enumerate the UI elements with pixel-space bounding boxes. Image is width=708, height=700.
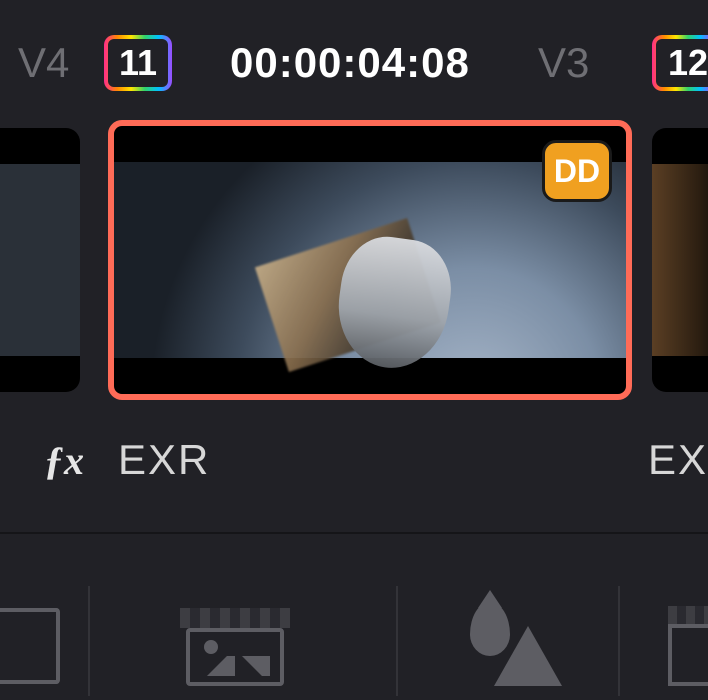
track-label-v3: V3 bbox=[538, 39, 589, 87]
image-frame-icon bbox=[186, 628, 284, 686]
clip-number-badge-11[interactable]: 11 bbox=[104, 35, 172, 91]
clip-thumbnail-next[interactable] bbox=[652, 128, 708, 392]
thumbnail-image bbox=[652, 164, 708, 356]
clip-number-value: 11 bbox=[119, 42, 157, 84]
palette-tool-partial-right-icon[interactable] bbox=[668, 606, 708, 686]
track-label-v4: V4 bbox=[18, 39, 69, 87]
palette-tool-partial-left-icon[interactable] bbox=[0, 608, 60, 684]
checker-strip bbox=[180, 608, 290, 628]
triangle-icon bbox=[494, 626, 562, 686]
clip-thumbnail-prev[interactable] bbox=[0, 128, 80, 392]
clip-number-value: 12 bbox=[668, 42, 708, 84]
section-divider bbox=[0, 532, 708, 534]
clip-label-row: ƒx EXR EXI bbox=[0, 430, 708, 490]
frame-icon bbox=[668, 624, 708, 686]
grade-flag-badge[interactable]: DD bbox=[542, 140, 612, 202]
palette-tool-row bbox=[0, 556, 708, 700]
timecode-display[interactable]: 00:00:04:08 bbox=[230, 39, 470, 87]
clip-format-label-next: EXI bbox=[648, 436, 708, 484]
checker-strip bbox=[668, 606, 708, 624]
tool-separator bbox=[88, 586, 90, 696]
clip-number-badge-12[interactable]: 12 bbox=[652, 35, 708, 91]
tool-separator bbox=[396, 586, 398, 696]
tool-separator bbox=[618, 586, 620, 696]
clip-header-row: V4 11 00:00:04:08 V3 12 bbox=[0, 28, 708, 98]
thumbnail-image bbox=[0, 164, 80, 356]
grade-flag-label: DD bbox=[554, 153, 600, 190]
fx-icon[interactable]: ƒx bbox=[44, 437, 84, 484]
clip-thumbnail-row: DD bbox=[0, 120, 708, 400]
clip-format-label: EXR bbox=[118, 436, 210, 484]
gallery-palette-icon[interactable] bbox=[180, 608, 290, 686]
qualifier-palette-icon[interactable] bbox=[466, 602, 566, 692]
clip-thumbnail-selected[interactable]: DD bbox=[108, 120, 632, 400]
